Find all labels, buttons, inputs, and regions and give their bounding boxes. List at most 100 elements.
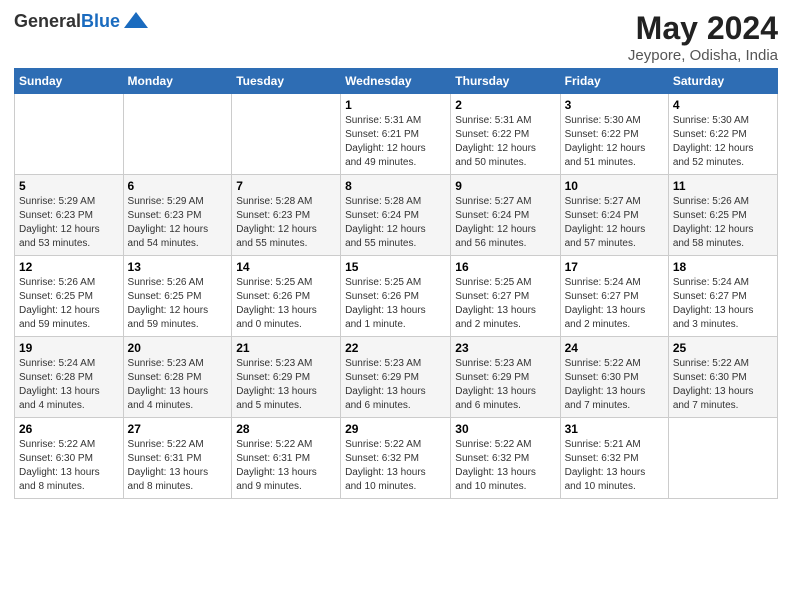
week-row-2: 12 Sunrise: 5:26 AM Sunset: 6:25 PM Dayli… <box>15 256 778 337</box>
day-number: 25 <box>673 341 773 355</box>
day-info: Sunrise: 5:22 AM Sunset: 6:32 PM Dayligh… <box>345 438 446 494</box>
calendar-cell-w4-d1: 27 Sunrise: 5:22 AM Sunset: 6:31 PM Dayli… <box>123 418 232 499</box>
calendar-cell-w1-d6: 11 Sunrise: 5:26 AM Sunset: 6:25 PM Dayli… <box>668 175 777 256</box>
logo-general-text: General <box>14 11 81 31</box>
weekday-header-thursday: Thursday <box>451 69 560 94</box>
calendar-cell-w1-d4: 9Sunrise: 5:27 AM Sunset: 6:24 PM Daylig… <box>451 175 560 256</box>
calendar-cell-w3-d4: 23Sunrise: 5:23 AM Sunset: 6:29 PM Dayli… <box>451 337 560 418</box>
weekday-header-monday: Monday <box>123 69 232 94</box>
day-info: Sunrise: 5:31 AM Sunset: 6:21 PM Dayligh… <box>345 114 446 170</box>
location: Jeypore, Odisha, India <box>628 47 778 64</box>
day-number: 19 <box>19 341 119 355</box>
calendar-cell-w4-d6 <box>668 418 777 499</box>
calendar-cell-w4-d3: 29Sunrise: 5:22 AM Sunset: 6:32 PM Dayli… <box>341 418 451 499</box>
day-info: Sunrise: 5:24 AM Sunset: 6:27 PM Dayligh… <box>565 276 664 332</box>
calendar-cell-w3-d1: 20 Sunrise: 5:23 AM Sunset: 6:28 PM Dayli… <box>123 337 232 418</box>
week-row-3: 19 Sunrise: 5:24 AM Sunset: 6:28 PM Dayli… <box>15 337 778 418</box>
day-info: Sunrise: 5:22 AM Sunset: 6:31 PM Dayligh… <box>128 438 228 494</box>
day-number: 9 <box>455 179 555 193</box>
weekday-header-row: SundayMondayTuesdayWednesdayThursdayFrid… <box>15 69 778 94</box>
day-number: 3 <box>565 98 664 112</box>
day-info: Sunrise: 5:22 AM Sunset: 6:31 PM Dayligh… <box>236 438 336 494</box>
day-info: Sunrise: 5:29 AM Sunset: 6:23 PM Dayligh… <box>19 195 119 251</box>
week-row-0: 1 Sunrise: 5:31 AM Sunset: 6:21 PM Daylig… <box>15 94 778 175</box>
calendar-cell-w1-d3: 8Sunrise: 5:28 AM Sunset: 6:24 PM Daylig… <box>341 175 451 256</box>
day-info: Sunrise: 5:25 AM Sunset: 6:26 PM Dayligh… <box>345 276 446 332</box>
day-number: 14 <box>236 260 336 274</box>
day-info: Sunrise: 5:25 AM Sunset: 6:27 PM Dayligh… <box>455 276 555 332</box>
calendar-table: SundayMondayTuesdayWednesdayThursdayFrid… <box>14 68 778 499</box>
calendar-cell-w3-d3: 22 Sunrise: 5:23 AM Sunset: 6:29 PM Dayli… <box>341 337 451 418</box>
day-number: 12 <box>19 260 119 274</box>
calendar-cell-w2-d0: 12 Sunrise: 5:26 AM Sunset: 6:25 PM Dayli… <box>15 256 124 337</box>
month-title: May 2024 <box>628 10 778 47</box>
day-number: 30 <box>455 422 555 436</box>
day-number: 17 <box>565 260 664 274</box>
week-row-1: 5 Sunrise: 5:29 AM Sunset: 6:23 PM Daylig… <box>15 175 778 256</box>
day-number: 10 <box>565 179 664 193</box>
day-number: 18 <box>673 260 773 274</box>
day-number: 27 <box>128 422 228 436</box>
day-info: Sunrise: 5:23 AM Sunset: 6:29 PM Dayligh… <box>345 357 446 413</box>
day-number: 24 <box>565 341 664 355</box>
day-info: Sunrise: 5:26 AM Sunset: 6:25 PM Dayligh… <box>673 195 773 251</box>
calendar-cell-w2-d1: 13 Sunrise: 5:26 AM Sunset: 6:25 PM Dayli… <box>123 256 232 337</box>
weekday-header-sunday: Sunday <box>15 69 124 94</box>
calendar-cell-w4-d4: 30 Sunrise: 5:22 AM Sunset: 6:32 PM Dayli… <box>451 418 560 499</box>
day-info: Sunrise: 5:25 AM Sunset: 6:26 PM Dayligh… <box>236 276 336 332</box>
calendar-cell-w1-d2: 7 Sunrise: 5:28 AM Sunset: 6:23 PM Daylig… <box>232 175 341 256</box>
weekday-header-saturday: Saturday <box>668 69 777 94</box>
day-number: 7 <box>236 179 336 193</box>
calendar-cell-w0-d6: 4Sunrise: 5:30 AM Sunset: 6:22 PM Daylig… <box>668 94 777 175</box>
calendar-cell-w1-d5: 10 Sunrise: 5:27 AM Sunset: 6:24 PM Dayli… <box>560 175 668 256</box>
logo: GeneralBlue <box>14 10 150 32</box>
week-row-4: 26 Sunrise: 5:22 AM Sunset: 6:30 PM Dayli… <box>15 418 778 499</box>
day-number: 2 <box>455 98 555 112</box>
day-number: 22 <box>345 341 446 355</box>
calendar-cell-w2-d3: 15Sunrise: 5:25 AM Sunset: 6:26 PM Dayli… <box>341 256 451 337</box>
calendar-cell-w2-d4: 16 Sunrise: 5:25 AM Sunset: 6:27 PM Dayli… <box>451 256 560 337</box>
calendar-cell-w3-d5: 24 Sunrise: 5:22 AM Sunset: 6:30 PM Dayli… <box>560 337 668 418</box>
day-info: Sunrise: 5:22 AM Sunset: 6:30 PM Dayligh… <box>565 357 664 413</box>
day-number: 20 <box>128 341 228 355</box>
day-info: Sunrise: 5:21 AM Sunset: 6:32 PM Dayligh… <box>565 438 664 494</box>
weekday-header-friday: Friday <box>560 69 668 94</box>
calendar-cell-w3-d0: 19 Sunrise: 5:24 AM Sunset: 6:28 PM Dayli… <box>15 337 124 418</box>
day-number: 13 <box>128 260 228 274</box>
day-number: 5 <box>19 179 119 193</box>
logo-icon <box>122 10 150 32</box>
calendar-cell-w0-d5: 3Sunrise: 5:30 AM Sunset: 6:22 PM Daylig… <box>560 94 668 175</box>
calendar-cell-w4-d0: 26 Sunrise: 5:22 AM Sunset: 6:30 PM Dayli… <box>15 418 124 499</box>
day-number: 26 <box>19 422 119 436</box>
header: GeneralBlue May 2024 Jeypore, Odisha, In… <box>14 10 778 64</box>
day-info: Sunrise: 5:24 AM Sunset: 6:28 PM Dayligh… <box>19 357 119 413</box>
day-info: Sunrise: 5:29 AM Sunset: 6:23 PM Dayligh… <box>128 195 228 251</box>
calendar-cell-w3-d6: 25Sunrise: 5:22 AM Sunset: 6:30 PM Dayli… <box>668 337 777 418</box>
day-number: 11 <box>673 179 773 193</box>
day-number: 4 <box>673 98 773 112</box>
calendar-cell-w1-d0: 5 Sunrise: 5:29 AM Sunset: 6:23 PM Daylig… <box>15 175 124 256</box>
weekday-header-wednesday: Wednesday <box>341 69 451 94</box>
page-container: GeneralBlue May 2024 Jeypore, Odisha, In… <box>0 0 792 509</box>
day-info: Sunrise: 5:26 AM Sunset: 6:25 PM Dayligh… <box>128 276 228 332</box>
day-number: 8 <box>345 179 446 193</box>
day-number: 16 <box>455 260 555 274</box>
calendar-cell-w4-d5: 31Sunrise: 5:21 AM Sunset: 6:32 PM Dayli… <box>560 418 668 499</box>
title-block: May 2024 Jeypore, Odisha, India <box>628 10 778 64</box>
day-info: Sunrise: 5:26 AM Sunset: 6:25 PM Dayligh… <box>19 276 119 332</box>
day-info: Sunrise: 5:28 AM Sunset: 6:23 PM Dayligh… <box>236 195 336 251</box>
calendar-cell-w4-d2: 28Sunrise: 5:22 AM Sunset: 6:31 PM Dayli… <box>232 418 341 499</box>
day-info: Sunrise: 5:23 AM Sunset: 6:28 PM Dayligh… <box>128 357 228 413</box>
day-info: Sunrise: 5:27 AM Sunset: 6:24 PM Dayligh… <box>565 195 664 251</box>
calendar-cell-w0-d3: 1 Sunrise: 5:31 AM Sunset: 6:21 PM Daylig… <box>341 94 451 175</box>
day-info: Sunrise: 5:23 AM Sunset: 6:29 PM Dayligh… <box>455 357 555 413</box>
day-info: Sunrise: 5:24 AM Sunset: 6:27 PM Dayligh… <box>673 276 773 332</box>
calendar-cell-w0-d4: 2Sunrise: 5:31 AM Sunset: 6:22 PM Daylig… <box>451 94 560 175</box>
calendar-cell-w2-d2: 14 Sunrise: 5:25 AM Sunset: 6:26 PM Dayli… <box>232 256 341 337</box>
day-number: 1 <box>345 98 446 112</box>
day-info: Sunrise: 5:22 AM Sunset: 6:30 PM Dayligh… <box>19 438 119 494</box>
day-number: 6 <box>128 179 228 193</box>
calendar-cell-w3-d2: 21Sunrise: 5:23 AM Sunset: 6:29 PM Dayli… <box>232 337 341 418</box>
day-info: Sunrise: 5:22 AM Sunset: 6:32 PM Dayligh… <box>455 438 555 494</box>
calendar-cell-w0-d0 <box>15 94 124 175</box>
